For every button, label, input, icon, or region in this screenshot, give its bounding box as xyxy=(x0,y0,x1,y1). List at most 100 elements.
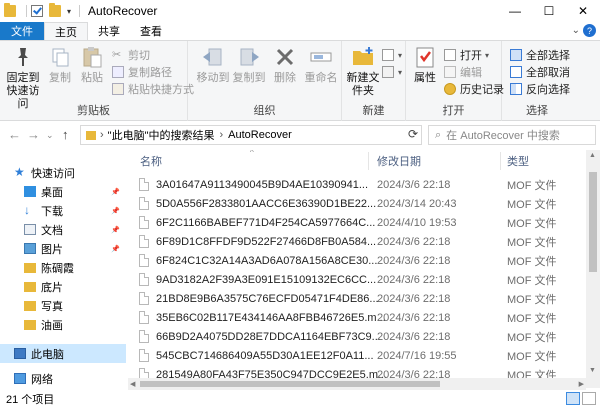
paste-shortcut-button[interactable]: 粘贴快捷方式 xyxy=(112,81,194,97)
open-button[interactable]: 打开 ▾ xyxy=(444,47,489,63)
column-divider[interactable] xyxy=(500,152,501,170)
up-arrow-icon[interactable]: ↑ xyxy=(62,127,69,142)
file-date: 2024/3/14 20:43 xyxy=(377,197,457,210)
copy-button[interactable]: 复制 xyxy=(45,45,75,85)
breadcrumb-autorecover[interactable]: AutoRecover xyxy=(228,129,292,141)
move-to-button[interactable]: 移动到 xyxy=(196,45,230,85)
tab-share[interactable]: 共享 xyxy=(88,22,130,40)
column-header-name[interactable]: 名称 xyxy=(140,150,162,172)
expand-ribbon-icon[interactable]: ⌄ xyxy=(572,25,580,36)
pin-icon[interactable]: 📌 xyxy=(111,207,120,215)
paste-button[interactable]: 粘贴 xyxy=(77,45,107,85)
file-row[interactable]: 5D0A556F2833801AACC6E36390D1BE22... 2024/… xyxy=(128,194,586,213)
vertical-scroll-thumb[interactable] xyxy=(589,172,597,272)
easy-access-dropdown-icon: ▾ xyxy=(398,67,403,77)
customize-toolbar-icon[interactable]: ▾ xyxy=(67,7,71,16)
group-new: 新建文件夹 ▾ ▾ 新建 xyxy=(342,41,406,121)
select-none-button[interactable]: 全部取消 xyxy=(510,64,570,80)
forward-arrow-icon[interactable]: → xyxy=(27,127,40,142)
breadcrumb-search-results[interactable]: "此电脑"中的搜索结果 xyxy=(108,127,215,143)
horizontal-scrollbar[interactable]: ◀ ▶ xyxy=(128,378,586,390)
new-item-button[interactable]: ▾ xyxy=(382,47,402,63)
file-row[interactable]: 6F89D1C8FFDF9D522F27466D8FB0A584... 2024/… xyxy=(128,232,586,251)
help-icon[interactable]: ? xyxy=(583,24,596,37)
scroll-left-icon[interactable]: ◀ xyxy=(130,380,135,388)
invert-selection-label: 反向选择 xyxy=(526,84,570,96)
file-type: MOF 文件 xyxy=(507,236,557,249)
vertical-scrollbar[interactable]: ▲ ▼ xyxy=(586,150,600,388)
new-folder-icon xyxy=(351,45,375,69)
search-box[interactable]: ⌕ 在 AutoRecover 中搜索 xyxy=(428,125,596,145)
nav-item[interactable]: 图片 📌 xyxy=(0,239,126,258)
select-all-button[interactable]: 全部选择 xyxy=(510,47,570,63)
file-row[interactable]: 21BD8E9B6A3575C76ECFD05471F4DE86... 2024/… xyxy=(128,289,586,308)
refresh-icon[interactable]: ⟳ xyxy=(404,125,422,143)
new-item-dropdown-icon: ▾ xyxy=(398,50,403,60)
file-name: 21BD8E9B6A3575C76ECFD05471F4DE86... xyxy=(156,292,379,305)
file-name: 35EB6C02B117E434146AA8FBB46726E5.m... xyxy=(156,311,386,324)
address-row: ← → ⌄ ↑ › "此电脑"中的搜索结果 › AutoRecover ⟳ ⌕ … xyxy=(0,124,600,146)
copy-to-button[interactable]: 复制到 xyxy=(232,45,266,85)
nav-item[interactable]: 桌面 📌 xyxy=(0,182,126,201)
nav-network[interactable]: 网络 xyxy=(0,369,126,388)
file-row[interactable]: 545CBC714686409A55D30A1EE12F0A11... 2024/… xyxy=(128,346,586,365)
delete-button[interactable]: 删除 xyxy=(270,45,300,85)
file-row[interactable]: 9AD3182A2F39A3E091E15109132EC6CC... 2024/… xyxy=(128,270,586,289)
nav-item[interactable]: ↓ 下载 📌 xyxy=(0,201,126,220)
details-view-button[interactable] xyxy=(566,392,580,405)
scroll-right-icon[interactable]: ▶ xyxy=(579,380,584,388)
file-row[interactable]: 6F824C1C32A14A3AD6A078A156A8CE30... 2024/… xyxy=(128,251,586,270)
maximize-button[interactable]: ☐ xyxy=(532,0,566,22)
file-type: MOF 文件 xyxy=(507,312,557,325)
file-row[interactable]: 35EB6C02B117E434146AA8FBB46726E5.m... 202… xyxy=(128,308,586,327)
edit-button[interactable]: 编辑 xyxy=(444,64,482,80)
tab-file[interactable]: 文件 xyxy=(0,22,44,40)
close-button[interactable]: ✕ xyxy=(566,0,600,22)
new-folder-quick-icon[interactable] xyxy=(49,3,61,17)
minimize-button[interactable]: — xyxy=(498,0,532,22)
tab-view[interactable]: 查看 xyxy=(130,22,172,40)
nav-item[interactable]: 底片 xyxy=(0,277,126,296)
scroll-up-icon[interactable]: ▲ xyxy=(589,152,596,159)
back-arrow-icon[interactable]: ← xyxy=(8,127,21,142)
pin-icon[interactable]: 📌 xyxy=(111,245,120,253)
nav-item[interactable]: 油画 xyxy=(0,315,126,334)
scroll-down-icon[interactable]: ▼ xyxy=(589,367,596,374)
history-button[interactable]: 历史记录 xyxy=(444,81,504,97)
paste-icon xyxy=(80,45,104,69)
rename-button[interactable]: 重命名 xyxy=(302,45,340,85)
recent-locations-icon[interactable]: ⌄ xyxy=(46,130,54,141)
nav-item[interactable]: 写真 xyxy=(0,296,126,315)
pin-icon[interactable]: 📌 xyxy=(111,188,120,196)
easy-access-button[interactable]: ▾ xyxy=(382,64,402,80)
search-input[interactable]: 在 AutoRecover 中搜索 xyxy=(446,127,560,143)
file-row[interactable]: 66B9D2A4075DD28E7DDCA1164EBF73C9... 2024/… xyxy=(128,327,586,346)
properties-button[interactable]: 属性 xyxy=(410,45,440,85)
nav-item-label: 桌面 xyxy=(41,186,63,199)
nav-this-pc[interactable]: 此电脑 xyxy=(0,344,126,363)
cut-button[interactable]: ✂ 剪切 xyxy=(112,47,150,63)
pin-icon[interactable]: 📌 xyxy=(111,226,120,234)
breadcrumb-separator-icon: › xyxy=(100,129,104,141)
properties-label: 属性 xyxy=(414,72,436,84)
tab-home[interactable]: 主页 xyxy=(44,22,88,40)
computer-icon xyxy=(14,348,26,359)
nav-item[interactable]: 陈碉霞 xyxy=(0,258,126,277)
column-header-date[interactable]: 修改日期 xyxy=(377,150,421,172)
nav-quick-access[interactable]: ★ 快速访问 xyxy=(0,163,126,182)
address-bar[interactable]: › "此电脑"中的搜索结果 › AutoRecover xyxy=(80,125,422,145)
new-folder-button[interactable]: 新建文件夹 xyxy=(344,45,382,98)
column-divider[interactable] xyxy=(368,152,369,170)
copy-path-button[interactable]: 复制路径 xyxy=(112,64,172,80)
nav-this-pc-label: 此电脑 xyxy=(31,348,64,361)
horizontal-scroll-thumb[interactable] xyxy=(140,381,440,387)
column-header-type[interactable]: 类型 xyxy=(507,150,529,172)
file-date: 2024/3/6 22:18 xyxy=(377,292,451,305)
invert-selection-button[interactable]: 反向选择 xyxy=(510,81,570,97)
nav-item[interactable]: 文档 📌 xyxy=(0,220,126,239)
properties-quick-icon[interactable] xyxy=(31,5,43,17)
file-type: MOF 文件 xyxy=(507,350,557,363)
large-icons-view-button[interactable] xyxy=(582,392,596,405)
file-row[interactable]: 6F2C1166BABEF771D4F254CA5977664C... 2024/… xyxy=(128,213,586,232)
file-row[interactable]: 3A01647A9113490045B9D4AE10390941... 2024/… xyxy=(128,175,586,194)
